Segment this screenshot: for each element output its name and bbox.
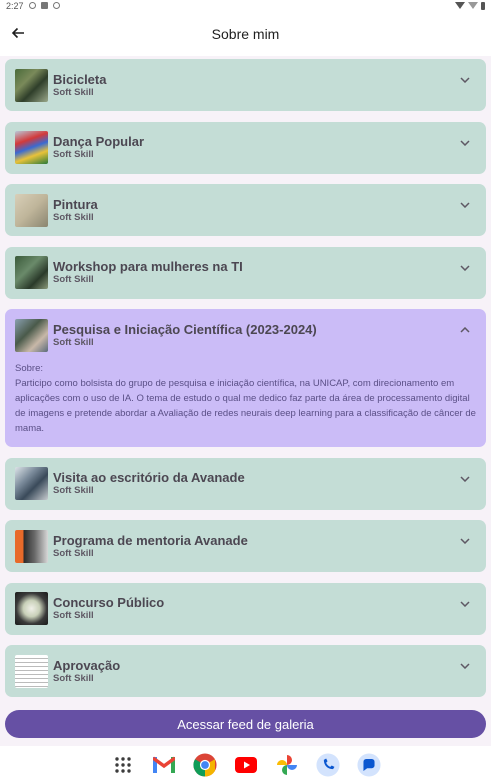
page-title: Sobre mim bbox=[211, 25, 280, 42]
chevron-down-icon[interactable] bbox=[458, 73, 472, 87]
chevron-down-icon[interactable] bbox=[458, 659, 472, 673]
chevron-down-icon[interactable] bbox=[458, 198, 472, 212]
card-title: Workshop para mulheres na TI bbox=[53, 259, 243, 274]
card-detail: Sobre: Participo como bolsista do grupo … bbox=[5, 361, 486, 447]
card-subtitle: Soft Skill bbox=[53, 485, 94, 496]
list-item: Bicicleta Soft Skill bbox=[5, 59, 486, 111]
app-bar: Sobre mim bbox=[0, 11, 491, 56]
status-bar: 2:27 bbox=[0, 0, 491, 11]
card-subtitle: Soft Skill bbox=[53, 547, 94, 559]
painting-photo bbox=[15, 193, 48, 227]
card-header[interactable]: Pintura Soft Skill bbox=[5, 184, 486, 236]
card-subtitle: Soft Skill bbox=[53, 336, 94, 348]
list-item: Visita ao escritório da Avanade Soft Ski… bbox=[5, 457, 486, 510]
chevron-up-icon[interactable] bbox=[458, 323, 472, 337]
about-list: Bicicleta Soft Skill Dança Popular Soft … bbox=[5, 59, 486, 708]
card-subtitle: Soft Skill bbox=[53, 211, 94, 223]
back-button[interactable] bbox=[8, 23, 28, 43]
card-subtitle: Soft Skill bbox=[53, 672, 94, 684]
detail-text: Participo como bolsista do grupo de pesq… bbox=[15, 378, 476, 434]
list-item: Aprovação Soft Skill bbox=[5, 645, 486, 697]
list-item: Concurso Público Soft Skill bbox=[5, 582, 486, 635]
card-header[interactable]: Concurso Público Soft Skill bbox=[5, 583, 486, 635]
signal-icon bbox=[468, 2, 478, 9]
card-header[interactable]: Bicicleta Soft Skill bbox=[5, 59, 486, 111]
card-header[interactable]: Visita ao escritório da Avanade Soft Ski… bbox=[5, 458, 486, 510]
card-title: Programa de mentoria Avanade bbox=[53, 532, 248, 548]
card-header[interactable]: Aprovação Soft Skill bbox=[5, 645, 486, 697]
card-header[interactable]: Pesquisa e Iniciação Científica (2023-20… bbox=[5, 309, 486, 361]
chevron-down-icon[interactable] bbox=[458, 472, 472, 486]
wifi-icon bbox=[455, 2, 465, 9]
chevron-down-icon[interactable] bbox=[458, 136, 472, 150]
list-item-expanded: Pesquisa e Iniciação Científica (2023-20… bbox=[5, 309, 486, 447]
research-photo bbox=[15, 318, 48, 352]
card-title: Pintura bbox=[53, 196, 98, 212]
dnd-icon bbox=[28, 2, 36, 9]
exam-photo bbox=[15, 592, 48, 625]
apps-grid-icon[interactable] bbox=[111, 753, 135, 777]
sim-icon bbox=[40, 2, 48, 9]
mentoring-photo bbox=[15, 529, 48, 563]
card-title: Visita ao escritório da Avanade bbox=[53, 470, 245, 485]
dance-photo bbox=[15, 131, 48, 164]
card-header[interactable]: Workshop para mulheres na TI Soft Skill bbox=[5, 247, 486, 299]
gallery-feed-button[interactable]: Acessar feed de galeria bbox=[5, 710, 486, 738]
messages-icon[interactable] bbox=[356, 752, 381, 777]
chevron-down-icon[interactable] bbox=[458, 597, 472, 611]
bicycle-photo bbox=[15, 68, 48, 102]
card-title: Dança Popular bbox=[53, 134, 145, 149]
card-header[interactable]: Programa de mentoria Avanade Soft Skill bbox=[5, 520, 486, 572]
dock bbox=[0, 746, 491, 783]
card-subtitle: Soft Skill bbox=[53, 610, 94, 621]
card-subtitle: Soft Skill bbox=[53, 149, 94, 160]
youtube-icon[interactable] bbox=[234, 753, 258, 777]
chevron-down-icon[interactable] bbox=[458, 534, 472, 548]
battery-icon bbox=[481, 1, 485, 10]
phone-icon[interactable] bbox=[315, 752, 340, 777]
gmail-icon[interactable] bbox=[152, 753, 176, 777]
chevron-down-icon[interactable] bbox=[458, 261, 472, 275]
office-visit-photo bbox=[15, 467, 48, 500]
chrome-icon[interactable] bbox=[192, 752, 217, 777]
list-item: Pintura Soft Skill bbox=[5, 184, 486, 236]
card-title: Concurso Público bbox=[53, 595, 165, 610]
status-time: 2:27 bbox=[6, 0, 24, 11]
card-title: Aprovação bbox=[53, 657, 121, 673]
photos-icon[interactable] bbox=[275, 753, 299, 777]
card-subtitle: Soft Skill bbox=[53, 86, 94, 98]
card-title: Pesquisa e Iniciação Científica (2023-20… bbox=[53, 321, 317, 337]
detail-label: Sobre: bbox=[15, 363, 43, 374]
card-title: Bicicleta bbox=[53, 71, 107, 87]
list-item: Dança Popular Soft Skill bbox=[5, 121, 486, 174]
notification-icon bbox=[52, 2, 60, 9]
list-item: Workshop para mulheres na TI Soft Skill bbox=[5, 246, 486, 299]
workshop-photo bbox=[15, 256, 48, 289]
card-header[interactable]: Dança Popular Soft Skill bbox=[5, 122, 486, 174]
list-item: Programa de mentoria Avanade Soft Skill bbox=[5, 520, 486, 572]
approval-document-photo bbox=[15, 654, 48, 688]
card-subtitle: Soft Skill bbox=[53, 274, 94, 285]
arrow-back-icon bbox=[11, 27, 24, 39]
